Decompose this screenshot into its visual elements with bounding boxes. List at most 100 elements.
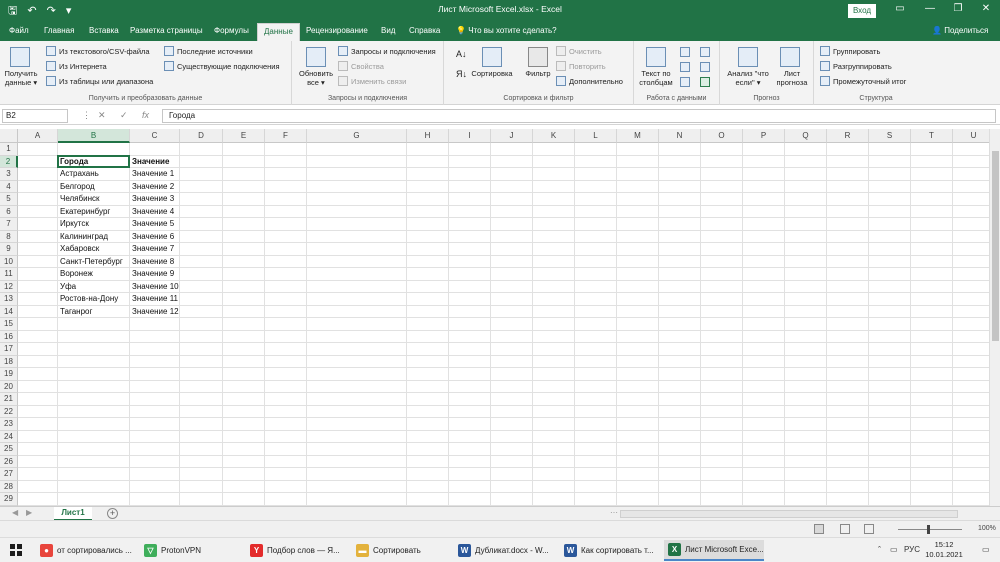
name-box[interactable]: B2 [2,109,68,123]
column-header-b[interactable]: B [58,129,130,143]
text-to-columns-button[interactable]: Текст по столбцам [636,69,676,87]
tab-review[interactable]: Рецензирование [306,26,368,35]
get-data-button[interactable]: Получить данные ▾ [2,69,40,87]
row-header-7[interactable]: 7 [0,218,18,231]
column-header-s[interactable]: S [869,129,911,143]
from-csv-button[interactable]: Из текстового/CSV-файла [46,46,150,56]
row-header-17[interactable]: 17 [0,343,18,356]
row-header-10[interactable]: 10 [0,255,18,268]
row-header-3[interactable]: 3 [0,168,18,181]
cell-c6[interactable]: Значение 4 [130,206,174,219]
tab-help[interactable]: Справка [409,26,440,35]
cell-c11[interactable]: Значение 9 [130,268,174,281]
more-icon[interactable]: ⋮ [82,110,91,121]
ungroup-button[interactable]: Разгруппировать [820,61,892,71]
row-header-27[interactable]: 27 [0,468,18,481]
minimize-icon[interactable]: — [922,3,938,14]
row-header-9[interactable]: 9 [0,243,18,256]
tell-me-search[interactable]: 💡 Что вы хотите сделать? [456,26,557,35]
cell-c4[interactable]: Значение 2 [130,181,174,194]
column-header-i[interactable]: I [449,129,491,143]
queries-connections-button[interactable]: Запросы и подключения [338,46,436,56]
edit-links-button[interactable]: Изменить связи [338,76,406,86]
next-sheet-icon[interactable]: ▶ [26,508,32,517]
reapply-button[interactable]: Повторить [556,61,606,71]
cell-c14[interactable]: Значение 12 [130,306,179,319]
column-header-r[interactable]: R [827,129,869,143]
column-header-t[interactable]: T [911,129,953,143]
row-header-14[interactable]: 14 [0,305,18,318]
data-validation-icon[interactable] [680,77,690,87]
add-sheet-button[interactable]: + [107,508,118,519]
group-button[interactable]: Группировать [820,46,880,56]
cell-c13[interactable]: Значение 11 [130,293,178,306]
notifications-icon[interactable]: ▭ [982,545,990,554]
row-header-23[interactable]: 23 [0,418,18,431]
consolidate-icon[interactable] [700,47,710,57]
row-header-1[interactable]: 1 [0,143,18,156]
cancel-icon[interactable]: ✕ [98,110,106,121]
column-header-d[interactable]: D [180,129,223,143]
cell-b5[interactable]: Челябинск [58,193,99,206]
row-header-11[interactable]: 11 [0,268,18,281]
tray-overflow-icon[interactable]: ˆ [878,545,881,555]
zoom-slider[interactable] [898,529,962,530]
cell-c8[interactable]: Значение 6 [130,231,174,244]
row-header-6[interactable]: 6 [0,205,18,218]
tab-page-layout[interactable]: Разметка страницы [130,26,203,35]
row-header-25[interactable]: 25 [0,443,18,456]
language-indicator[interactable]: РУС [904,545,920,554]
row-header-29[interactable]: 29 [0,493,18,506]
enter-icon[interactable]: ✓ [120,110,128,121]
tab-view[interactable]: Вид [381,26,395,35]
taskbar-app-7[interactable]: X Лист Microsoft Exce... [664,540,764,561]
cell-b14[interactable]: Таганрог [58,306,92,319]
formula-input[interactable]: Города [162,109,996,123]
cell-c7[interactable]: Значение 5 [130,218,174,231]
cell-c3[interactable]: Значение 1 [130,168,174,181]
cell-b9[interactable]: Хабаровск [58,243,99,256]
cell-c12[interactable]: Значение 10 [130,281,179,294]
cell-b10[interactable]: Санкт-Петербург [58,256,123,269]
tab-formulas[interactable]: Формулы [214,26,249,35]
recent-sources-button[interactable]: Последние источники [164,46,253,56]
taskbar-app-2[interactable]: ▽ ProtonVPN [140,540,240,561]
network-icon[interactable]: ▭ [890,545,898,554]
page-break-view-icon[interactable] [864,524,874,534]
taskbar-clock[interactable]: 15:12 10.01.2021 [922,540,966,560]
vertical-scroll-thumb[interactable] [992,151,999,341]
refresh-all-button[interactable]: Обновить все ▾ [294,69,338,87]
sort-az-icon[interactable]: A↓ [456,49,467,59]
sort-button[interactable]: Сортировка [466,69,518,78]
tab-data[interactable]: Данные [257,23,300,41]
row-header-24[interactable]: 24 [0,430,18,443]
flash-fill-icon[interactable] [680,47,690,57]
cell-b11[interactable]: Воронеж [58,268,93,281]
row-header-13[interactable]: 13 [0,293,18,306]
insert-function-icon[interactable]: fx [142,110,149,120]
cell-b8[interactable]: Калининград [58,231,108,244]
tab-home[interactable]: Главная [44,26,74,35]
row-header-8[interactable]: 8 [0,230,18,243]
from-web-button[interactable]: Из Интернета [46,61,107,71]
column-header-n[interactable]: N [659,129,701,143]
cell-b3[interactable]: Астрахань [58,168,99,181]
row-header-4[interactable]: 4 [0,180,18,193]
filter-button[interactable]: Фильтр [518,69,558,78]
taskbar-app-3[interactable]: Y Подбор слов — Я... [246,540,346,561]
tab-file[interactable]: Файл [9,26,29,35]
clear-button[interactable]: Очистить [556,46,602,56]
row-header-2[interactable]: 2 [0,155,18,168]
taskbar-app-1[interactable]: ● от сортировались ... [36,540,136,561]
column-header-l[interactable]: L [575,129,617,143]
row-header-21[interactable]: 21 [0,393,18,406]
advanced-button[interactable]: Дополнительно [556,76,623,86]
remove-duplicates-icon[interactable] [680,62,690,72]
taskbar-app-5[interactable]: W Дубликат.docx - W... [454,540,554,561]
windows-start-icon[interactable] [10,544,22,556]
horizontal-scrollbar[interactable] [620,510,958,518]
vertical-scrollbar[interactable] [989,129,1000,506]
row-header-5[interactable]: 5 [0,193,18,206]
taskbar-app-4[interactable]: ▬ Сортировать [352,540,448,561]
column-header-g[interactable]: G [307,129,407,143]
